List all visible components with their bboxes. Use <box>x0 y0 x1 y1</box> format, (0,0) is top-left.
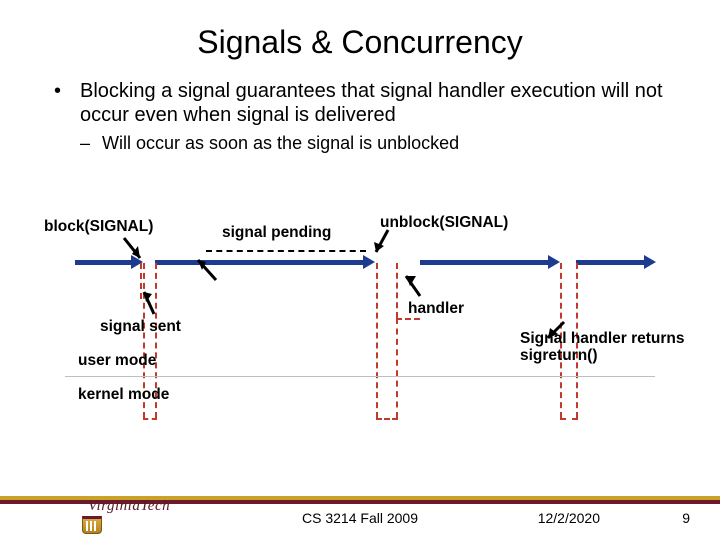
timeline-diagram: block(SIGNAL) signal pending unblock(SIG… <box>0 200 720 460</box>
label-sent: signal sent <box>100 318 181 335</box>
label-block: block(SIGNAL) <box>44 218 153 235</box>
arrow-block-icon <box>120 236 150 264</box>
arrow-pending-icon <box>192 256 222 284</box>
footer-course: CS 3214 Fall 2009 <box>0 510 720 526</box>
page-title: Signals & Concurrency <box>0 0 720 79</box>
kernel-dash-h1 <box>143 418 157 420</box>
kernel-dash-h2 <box>376 418 398 420</box>
arrow-sent-icon <box>140 288 162 318</box>
footer: CS 3214 Fall 2009 12/2/2020 9 <box>0 504 720 540</box>
label-pending: signal pending <box>222 224 331 241</box>
arrow-handler-icon <box>400 270 426 298</box>
label-handler: handler <box>408 300 464 317</box>
kernel-dash-v4 <box>396 318 398 418</box>
handler-top-dash <box>396 318 420 320</box>
label-user: user mode <box>78 352 156 369</box>
label-unblock: unblock(SIGNAL) <box>380 214 508 231</box>
bullet-level1: • Blocking a signal guarantees that sign… <box>54 79 690 128</box>
bullet1-text: Blocking a signal guarantees that signal… <box>80 79 690 128</box>
mode-divider <box>65 376 655 377</box>
bullet-level2: – Will occur as soon as the signal is un… <box>54 132 690 155</box>
footer-page-number: 9 <box>682 510 690 526</box>
bullet2-text: Will occur as soon as the signal is unbl… <box>102 132 459 155</box>
kernel-dash-h3 <box>560 418 578 420</box>
label-kernel: kernel mode <box>78 386 169 403</box>
kernel-dash-v5 <box>396 263 398 318</box>
pending-dash <box>206 250 366 252</box>
bullet-dot: • <box>54 79 80 128</box>
kernel-dash-v3 <box>376 263 378 418</box>
label-returns-l2: sigreturn() <box>520 347 598 364</box>
timeline-segment-2 <box>155 260 365 265</box>
bullet-dash: – <box>80 132 102 155</box>
timeline-segment-4 <box>576 260 646 265</box>
arrow-unblock-icon <box>370 228 394 258</box>
bullet-list: • Blocking a signal guarantees that sign… <box>0 79 720 154</box>
arrow-returns-icon <box>542 318 568 344</box>
footer-date: 12/2/2020 <box>538 510 600 526</box>
timeline-segment-3 <box>420 260 550 265</box>
